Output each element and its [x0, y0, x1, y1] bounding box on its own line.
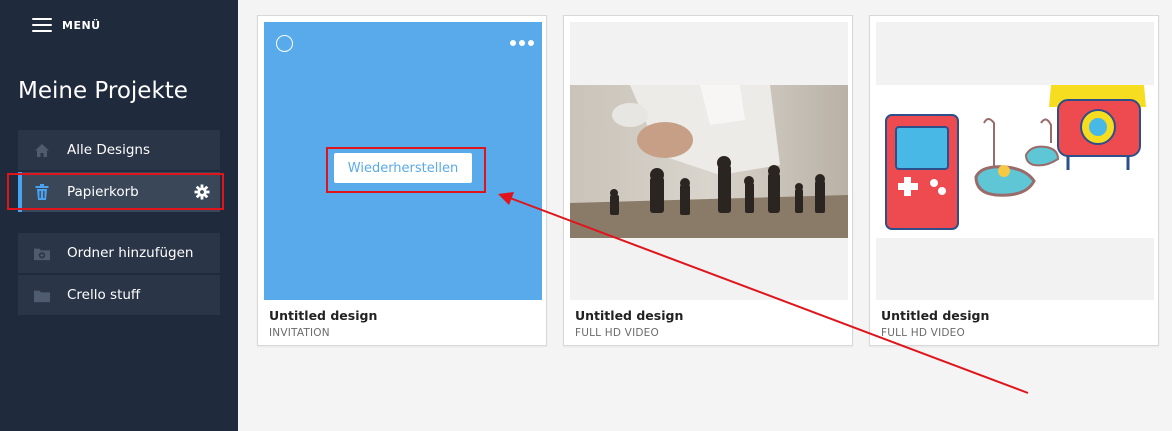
- menu-label: MENÜ: [62, 18, 101, 32]
- retro-illustration: [876, 85, 1154, 238]
- more-options-icon[interactable]: [510, 40, 534, 46]
- design-card[interactable]: Untitled design FULL HD VIDEO: [869, 15, 1159, 346]
- sidebar-item-label: Papierkorb: [67, 184, 139, 200]
- design-title: Untitled design: [575, 308, 684, 323]
- sidebar-title: Meine Projekte: [18, 78, 188, 104]
- design-thumbnail[interactable]: [570, 22, 848, 300]
- design-thumbnail[interactable]: Wiederherstellen: [264, 22, 542, 300]
- folder-add-icon: [34, 245, 50, 261]
- trash-icon: [34, 184, 50, 200]
- chess-photo: [570, 85, 848, 238]
- gear-icon[interactable]: [194, 184, 210, 200]
- sidebar-item-add-folder[interactable]: Ordner hinzufügen: [18, 233, 220, 273]
- select-checkbox[interactable]: [276, 35, 293, 52]
- restore-button[interactable]: Wiederherstellen: [334, 153, 472, 183]
- design-thumbnail[interactable]: [876, 22, 1154, 300]
- design-card[interactable]: Wiederherstellen Untitled design INVITAT…: [257, 15, 547, 346]
- design-type: FULL HD VIDEO: [881, 327, 965, 339]
- sidebar-item-crello-stuff[interactable]: Crello stuff: [18, 275, 220, 315]
- design-card[interactable]: Untitled design FULL HD VIDEO: [563, 15, 853, 346]
- design-title: Untitled design: [269, 308, 378, 323]
- sidebar-item-all-designs[interactable]: Alle Designs: [18, 130, 220, 170]
- sidebar-item-label: Ordner hinzufügen: [67, 245, 194, 261]
- menu-toggle[interactable]: MENÜ: [32, 14, 101, 36]
- folder-icon: [34, 287, 50, 303]
- sidebar-item-trash[interactable]: Papierkorb: [18, 172, 220, 212]
- sidebar-item-label: Crello stuff: [67, 287, 141, 303]
- sidebar-item-label: Alle Designs: [67, 142, 150, 158]
- design-type: INVITATION: [269, 327, 330, 339]
- home-icon: [34, 142, 50, 158]
- design-type: FULL HD VIDEO: [575, 327, 659, 339]
- design-title: Untitled design: [881, 308, 990, 323]
- hamburger-icon: [32, 18, 52, 32]
- sidebar: MENÜ Meine Projekte Alle Designs Papierk…: [0, 0, 238, 431]
